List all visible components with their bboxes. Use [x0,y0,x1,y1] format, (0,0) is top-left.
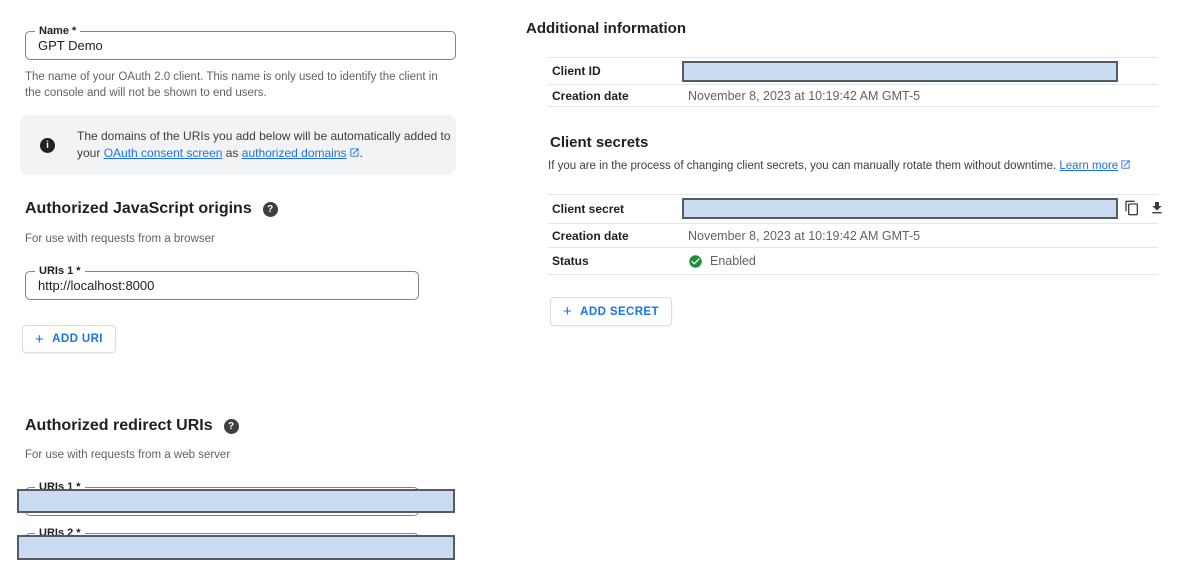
external-link-icon [349,147,360,158]
secret-creation-date-row: Creation date November 8, 2023 at 10:19:… [548,223,1158,247]
client-secret-label: Client secret [548,202,688,216]
status-row: Status Enabled [548,247,1158,275]
check-circle-icon [688,254,703,269]
copy-icon [1124,200,1140,216]
banner-line2-start: your [77,146,104,160]
copy-client-secret-button[interactable] [1124,200,1140,216]
redirect-uris-title: Authorized redirect URIs ? [25,417,239,435]
redacted-redirect-uri-1 [17,489,455,513]
info-icon: i [40,138,55,153]
secret-creation-date-value: November 8, 2023 at 10:19:42 AM GMT-5 [688,229,920,243]
add-uri-button[interactable]: + ADD URI [22,325,116,353]
authorized-domains-link[interactable]: authorized domains [242,146,347,160]
status-value: Enabled [688,254,756,269]
redacted-redirect-uri-2 [17,535,455,560]
js-origin-uri-label: URIs 1 * [35,265,85,278]
download-client-secret-button[interactable] [1149,200,1165,216]
js-origin-uri-field: URIs 1 * [25,271,419,300]
info-banner-text: The domains of the URIs you add below wi… [77,128,451,162]
js-origins-subtitle: For use with requests from a browser [25,233,215,245]
learn-more-link[interactable]: Learn more [1059,160,1118,172]
banner-line1: The domains of the URIs you add below wi… [77,129,451,143]
banner-line2-mid: as [222,146,241,160]
name-input[interactable] [38,32,443,59]
additional-information-title: Additional information [526,20,686,37]
oauth-consent-screen-link[interactable]: OAuth consent screen [104,146,223,160]
redacted-client-secret [682,198,1118,219]
info-banner: i The domains of the URIs you add below … [20,115,456,175]
client-secrets-description: If you are in the process of changing cl… [548,159,1131,172]
redirect-uris-title-text: Authorized redirect URIs [25,417,213,435]
add-uri-button-label: ADD URI [52,333,103,345]
add-secret-button[interactable]: + ADD SECRET [550,297,672,326]
status-value-text: Enabled [710,254,756,268]
creation-date-row: Creation date November 8, 2023 at 10:19:… [548,84,1158,107]
plus-icon: + [35,332,44,347]
client-secrets-description-text: If you are in the process of changing cl… [548,160,1059,172]
js-origins-title-text: Authorized JavaScript origins [25,200,252,218]
add-secret-button-label: ADD SECRET [580,306,659,318]
download-icon [1149,200,1165,216]
js-origin-uri-input[interactable] [38,272,406,299]
status-label: Status [548,254,688,268]
external-link-icon [1120,159,1131,170]
name-helper-text: The name of your OAuth 2.0 client. This … [25,69,453,101]
help-icon[interactable]: ? [263,202,278,217]
client-id-label: Client ID [548,64,688,78]
client-secrets-title: Client secrets [550,134,648,151]
creation-date-label: Creation date [548,89,688,103]
name-field: Name * [25,31,456,60]
secret-creation-date-label: Creation date [548,229,688,243]
name-field-label: Name * [35,25,80,38]
js-origins-title: Authorized JavaScript origins ? [25,200,278,218]
plus-icon: + [563,304,572,319]
help-icon[interactable]: ? [224,419,239,434]
creation-date-value: November 8, 2023 at 10:19:42 AM GMT-5 [688,89,920,103]
banner-line2-end: . [360,146,363,160]
redacted-client-id [682,61,1118,82]
redirect-uris-subtitle: For use with requests from a web server [25,449,230,461]
